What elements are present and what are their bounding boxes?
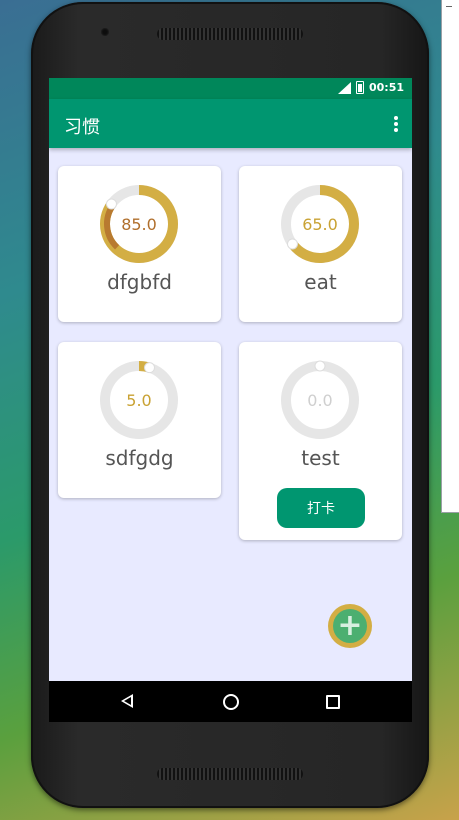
habit-card-dfgbfd[interactable]: 85.0 dfgbfd bbox=[58, 166, 221, 322]
add-habit-button[interactable]: + bbox=[328, 604, 372, 648]
more-vert-icon[interactable] bbox=[394, 116, 398, 132]
battery-icon bbox=[355, 81, 364, 94]
recents-icon[interactable] bbox=[326, 695, 340, 709]
habit-name: dfgbfd bbox=[107, 270, 172, 294]
status-time: 00:51 bbox=[368, 81, 404, 94]
habit-card-sdfgdg[interactable]: 5.0 sdfgdg bbox=[58, 342, 221, 498]
add-icon: + bbox=[333, 609, 367, 643]
bottom-speaker bbox=[157, 768, 303, 780]
signal-icon bbox=[337, 81, 351, 94]
phone-screen: 00:51 习惯 85.0 dfgbfd 65.0 eat 5.0 sdfgdg… bbox=[49, 78, 412, 722]
navigation-bar bbox=[49, 681, 412, 722]
home-icon[interactable] bbox=[223, 694, 239, 710]
back-icon[interactable] bbox=[121, 694, 133, 708]
background-window bbox=[441, 0, 459, 513]
habit-name: sdfgdg bbox=[105, 446, 174, 470]
habit-score: 5.0 bbox=[126, 390, 152, 410]
habit-score: 0.0 bbox=[307, 390, 333, 410]
app-bar: 习惯 bbox=[49, 99, 412, 148]
front-camera bbox=[101, 28, 109, 36]
habit-card-test[interactable]: 0.0 test 打卡 bbox=[239, 342, 402, 540]
checkin-button[interactable]: 打卡 bbox=[277, 488, 365, 528]
app-title: 习惯 bbox=[64, 117, 100, 138]
habit-name: test bbox=[301, 446, 340, 470]
window-mark bbox=[446, 6, 452, 7]
status-bar: 00:51 bbox=[49, 78, 412, 99]
habit-score: 65.0 bbox=[302, 214, 338, 234]
habit-name: eat bbox=[304, 270, 337, 294]
habit-score: 85.0 bbox=[121, 214, 157, 234]
habit-card-eat[interactable]: 65.0 eat bbox=[239, 166, 402, 322]
top-speaker bbox=[157, 28, 303, 40]
